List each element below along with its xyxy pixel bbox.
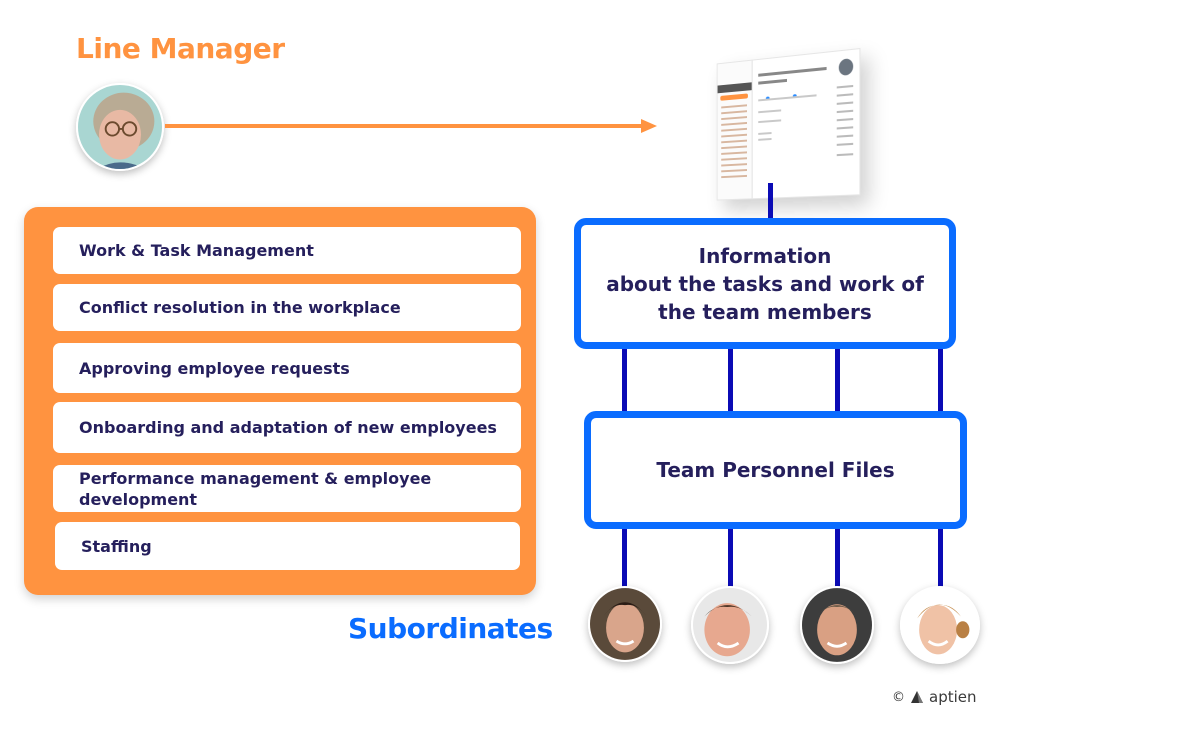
subordinate-photo-icon xyxy=(902,588,978,662)
aptien-logo-icon xyxy=(911,691,923,703)
subordinate-avatar-3 xyxy=(800,586,874,664)
subordinate-photo-icon xyxy=(693,588,767,662)
subordinate-avatar-2 xyxy=(691,586,769,664)
task-staffing: Staffing xyxy=(55,522,520,570)
connector-info-files-3 xyxy=(835,346,840,414)
team-personnel-files-box: Team Personnel Files xyxy=(584,411,967,529)
connector-files-sub-2 xyxy=(728,526,733,588)
team-personnel-files-label: Team Personnel Files xyxy=(656,458,895,482)
connector-info-files-2 xyxy=(728,346,733,414)
copyright-footer: © aptien xyxy=(892,688,977,706)
line-manager-avatar xyxy=(76,83,164,171)
subordinate-avatar-1 xyxy=(588,586,662,662)
subordinates-title: Subordinates xyxy=(348,612,553,645)
line-manager-title: Line Manager xyxy=(76,32,285,65)
copyright-symbol: © xyxy=(892,689,905,705)
brand-name: aptien xyxy=(929,688,977,706)
subordinate-avatar-4 xyxy=(900,586,980,664)
connector-files-sub-4 xyxy=(938,526,943,588)
task-work-management: Work & Task Management xyxy=(53,227,521,274)
task-conflict-resolution: Conflict resolution in the workplace xyxy=(53,284,521,331)
information-box-subtitle: about the tasks and work of the team mem… xyxy=(606,271,924,324)
connector-screenshot-info xyxy=(768,183,773,221)
connector-files-sub-1 xyxy=(622,526,627,588)
connector-info-files-4 xyxy=(938,346,943,414)
information-box: Information about the tasks and work of … xyxy=(574,218,956,349)
manager-photo-icon xyxy=(78,85,162,169)
subordinate-photo-icon xyxy=(590,588,660,660)
manager-arrow xyxy=(165,119,657,133)
connector-info-files-1 xyxy=(622,346,627,414)
connector-files-sub-3 xyxy=(835,526,840,588)
information-box-title: Information xyxy=(698,243,832,268)
task-performance-management: Performance management & employee develo… xyxy=(53,465,521,512)
task-approving-requests: Approving employee requests xyxy=(53,343,521,393)
app-screenshot-thumbnail xyxy=(716,47,861,201)
subordinate-photo-icon xyxy=(802,588,872,662)
task-onboarding: Onboarding and adaptation of new employe… xyxy=(53,402,521,453)
